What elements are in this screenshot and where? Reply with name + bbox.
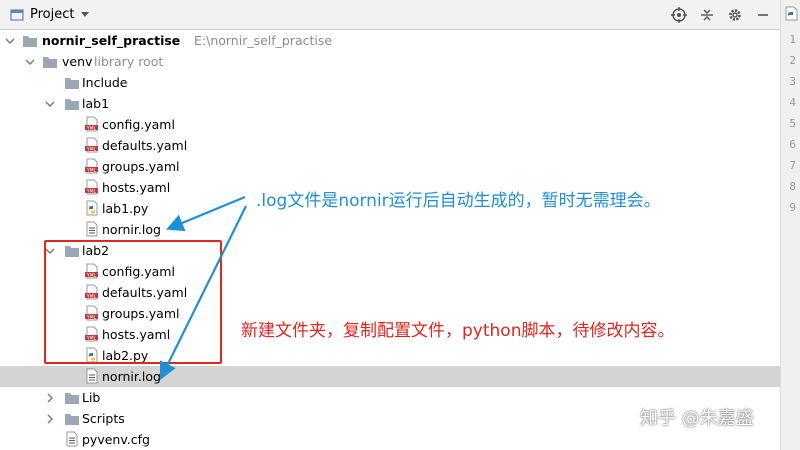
watermark: 知乎 @朱嘉盛 <box>640 408 754 429</box>
line-number: 8 <box>789 180 796 193</box>
line-number: 7 <box>789 159 796 172</box>
python-file-icon <box>785 6 798 21</box>
line-number: 1 <box>789 33 796 46</box>
line-number: 2 <box>789 54 796 67</box>
line-number: 3 <box>789 75 796 88</box>
editor-gutter: 1 2 3 4 5 6 7 8 9 <box>780 0 800 450</box>
annotation-arrows <box>159 195 247 380</box>
arrow-to-lab1-log <box>165 195 246 232</box>
line-number: 4 <box>789 96 796 109</box>
line-number: 9 <box>789 201 796 214</box>
annotation-red-text: 新建文件夹，复制配置文件，python脚本，待修改内容。 <box>241 321 675 341</box>
annotation-blue-text: .log文件是nornir运行后自动生成的，暂时无需理会。 <box>256 191 661 211</box>
line-number: 6 <box>789 138 796 151</box>
line-number: 5 <box>789 117 796 130</box>
arrow-to-lab2-log <box>159 205 247 380</box>
